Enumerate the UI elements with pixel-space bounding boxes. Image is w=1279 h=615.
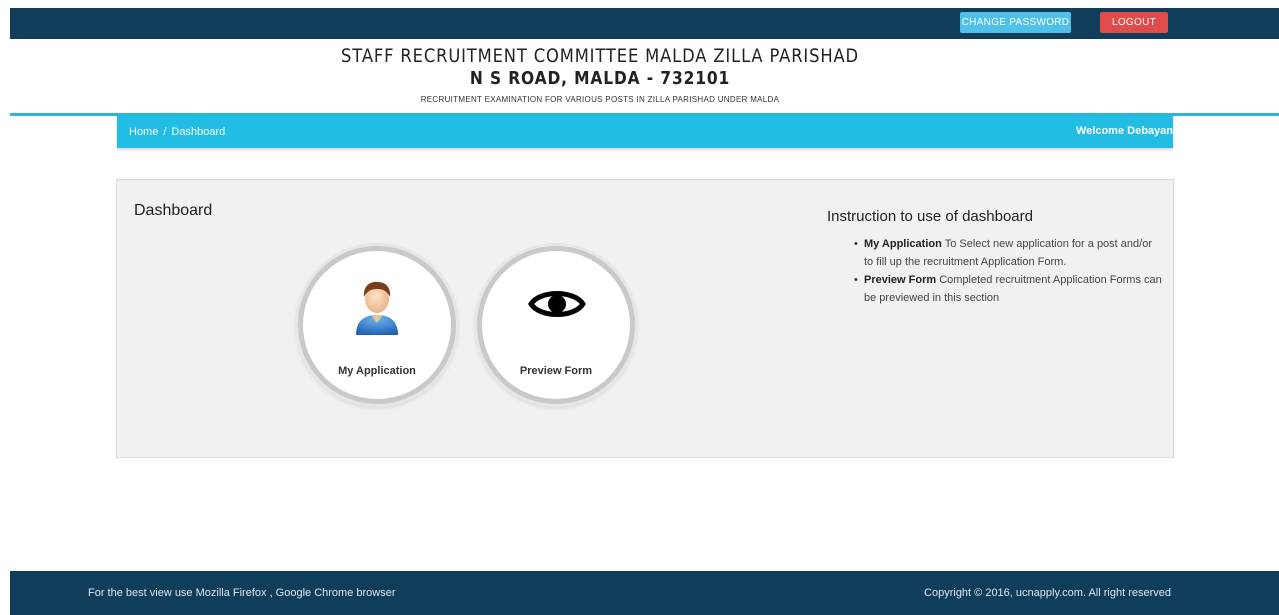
site-header: STAFF RECRUITMENT COMMITTEE MALDA ZILLA …	[0, 40, 1279, 112]
my-application-label: My Application	[338, 365, 416, 377]
breadcrumb-separator: /	[163, 126, 167, 138]
logout-button[interactable]: LOGOUT	[1100, 12, 1168, 33]
breadcrumb-current: Dashboard	[171, 126, 226, 138]
change-password-button[interactable]: CHANGE PASSWORD	[960, 12, 1071, 33]
welcome-text: Welcome Debayan	[1075, 125, 1173, 137]
instructions-title: Instruction to use of dashboard	[827, 208, 1033, 225]
preview-form-tile[interactable]: Preview Form	[477, 246, 635, 404]
footer-browser-note: For the best view use Mozilla Firefox , …	[88, 587, 396, 599]
user-icon	[352, 277, 402, 342]
top-bar: CHANGE PASSWORD LOGOUT	[10, 8, 1279, 39]
site-subtitle: RECRUITMENT EXAMINATION FOR VARIOUS POST…	[420, 95, 780, 104]
footer-copyright: Copyright © 2016, ucnapply.com. All righ…	[924, 587, 1171, 599]
instruction-term: Preview Form	[864, 274, 937, 286]
breadcrumb-bar: Home / Dashboard Welcome Debayan	[117, 116, 1173, 148]
breadcrumb-home-link[interactable]: Home	[129, 126, 158, 138]
site-address: N S ROAD, MALDA - 732101	[469, 68, 731, 89]
site-footer: For the best view use Mozilla Firefox , …	[10, 571, 1279, 615]
instruction-item: Preview Form Completed recruitment Appli…	[852, 271, 1162, 307]
eye-icon	[528, 284, 586, 329]
dashboard-title: Dashboard	[134, 202, 213, 219]
my-application-tile[interactable]: My Application	[298, 246, 456, 404]
dashboard-panel: Dashboard My Application Preview Form In…	[116, 179, 1174, 458]
preview-form-label: Preview Form	[519, 365, 593, 377]
instructions-list: My Application To Select new application…	[852, 235, 1162, 307]
breadcrumb: Home / Dashboard	[129, 126, 225, 138]
instruction-item: My Application To Select new application…	[852, 235, 1162, 271]
site-title: STAFF RECRUITMENT COMMITTEE MALDA ZILLA …	[341, 45, 859, 67]
instruction-term: My Application	[864, 238, 942, 250]
